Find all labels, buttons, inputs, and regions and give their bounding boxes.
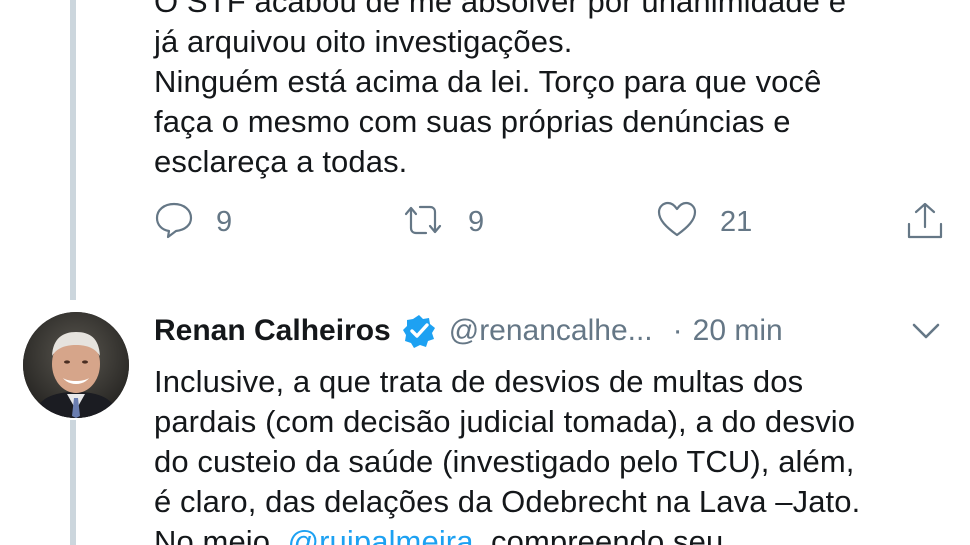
chevron-down-icon[interactable] <box>910 317 942 353</box>
author-handle[interactable]: @renancalhe... <box>449 314 653 348</box>
tweet-text-line: esclareça a todas. <box>154 144 408 179</box>
tweet-text-line: já arquivou oito investigações. <box>154 24 573 59</box>
verified-badge-icon <box>401 313 437 349</box>
like-icon <box>656 200 698 245</box>
tweet-timestamp[interactable]: 20 min <box>693 314 783 348</box>
tweet-header: Renan Calheiros @renancalhe... · 20 min <box>154 311 954 351</box>
reply-icon <box>154 200 194 245</box>
share-icon <box>904 200 946 247</box>
reply-button[interactable]: 9 <box>154 200 232 245</box>
like-count: 21 <box>720 206 753 238</box>
retweet-icon <box>400 200 446 245</box>
thread-connector-line <box>70 420 76 545</box>
timeline: O STF acabou de me absolver por unanimid… <box>0 0 970 545</box>
author-name[interactable]: Renan Calheiros <box>154 314 391 348</box>
tweet-text-line: No meio, @ruipalmeira, compreendo seu <box>154 522 964 545</box>
thread-connector-line <box>70 0 76 300</box>
tweet-actions: 9 9 21 <box>154 200 954 246</box>
reply-count: 9 <box>216 206 233 238</box>
tweet-text-line: é claro, das delações da Odebrecht na La… <box>154 484 861 519</box>
tweet-text-fragment: , compreendo seu <box>473 524 724 545</box>
like-button[interactable]: 21 <box>656 200 752 245</box>
tweet-text-line: Ninguém está acima da lei. Torço para qu… <box>154 64 822 99</box>
retweet-button[interactable]: 9 <box>400 200 484 245</box>
share-button[interactable] <box>904 200 946 247</box>
tweet-text-line: Inclusive, a que trata de desvios de mul… <box>154 364 804 399</box>
retweet-count: 9 <box>468 206 485 238</box>
mention-link[interactable]: @ruipalmeira <box>288 524 474 545</box>
avatar[interactable] <box>23 312 129 418</box>
separator-dot: · <box>672 314 683 347</box>
tweet-body: Inclusive, a que trata de desvios de mul… <box>154 362 964 545</box>
tweet-text-line: O STF acabou de me absolver por unanimid… <box>154 0 847 19</box>
tweet-text-line: do custeio da saúde (investigado pelo TC… <box>154 444 855 479</box>
tweet-text-line: faça o mesmo com suas próprias denúncias… <box>154 104 791 139</box>
tweet-text-line: pardais (com decisão judicial tomada), a… <box>154 404 856 439</box>
tweet-text-fragment: No meio, <box>154 524 288 545</box>
tweet-body: O STF acabou de me absolver por unanimid… <box>154 0 954 182</box>
